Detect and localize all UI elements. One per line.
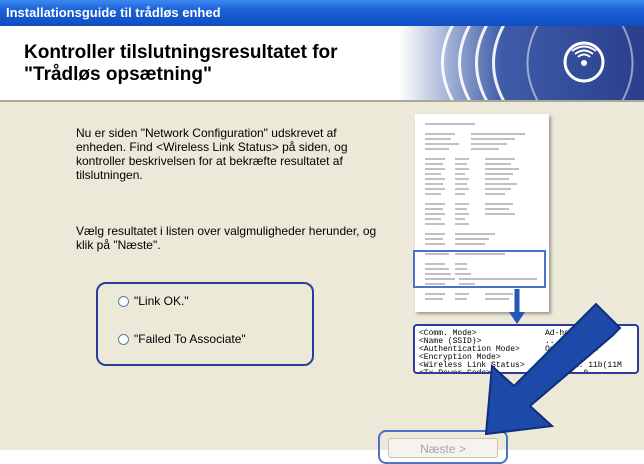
big-arrow-icon <box>484 302 622 436</box>
pointer-arrows <box>484 289 622 436</box>
installer-window: Installationsguide til trådløs enhed Kon… <box>0 0 644 464</box>
arrow-down-icon <box>509 289 525 324</box>
